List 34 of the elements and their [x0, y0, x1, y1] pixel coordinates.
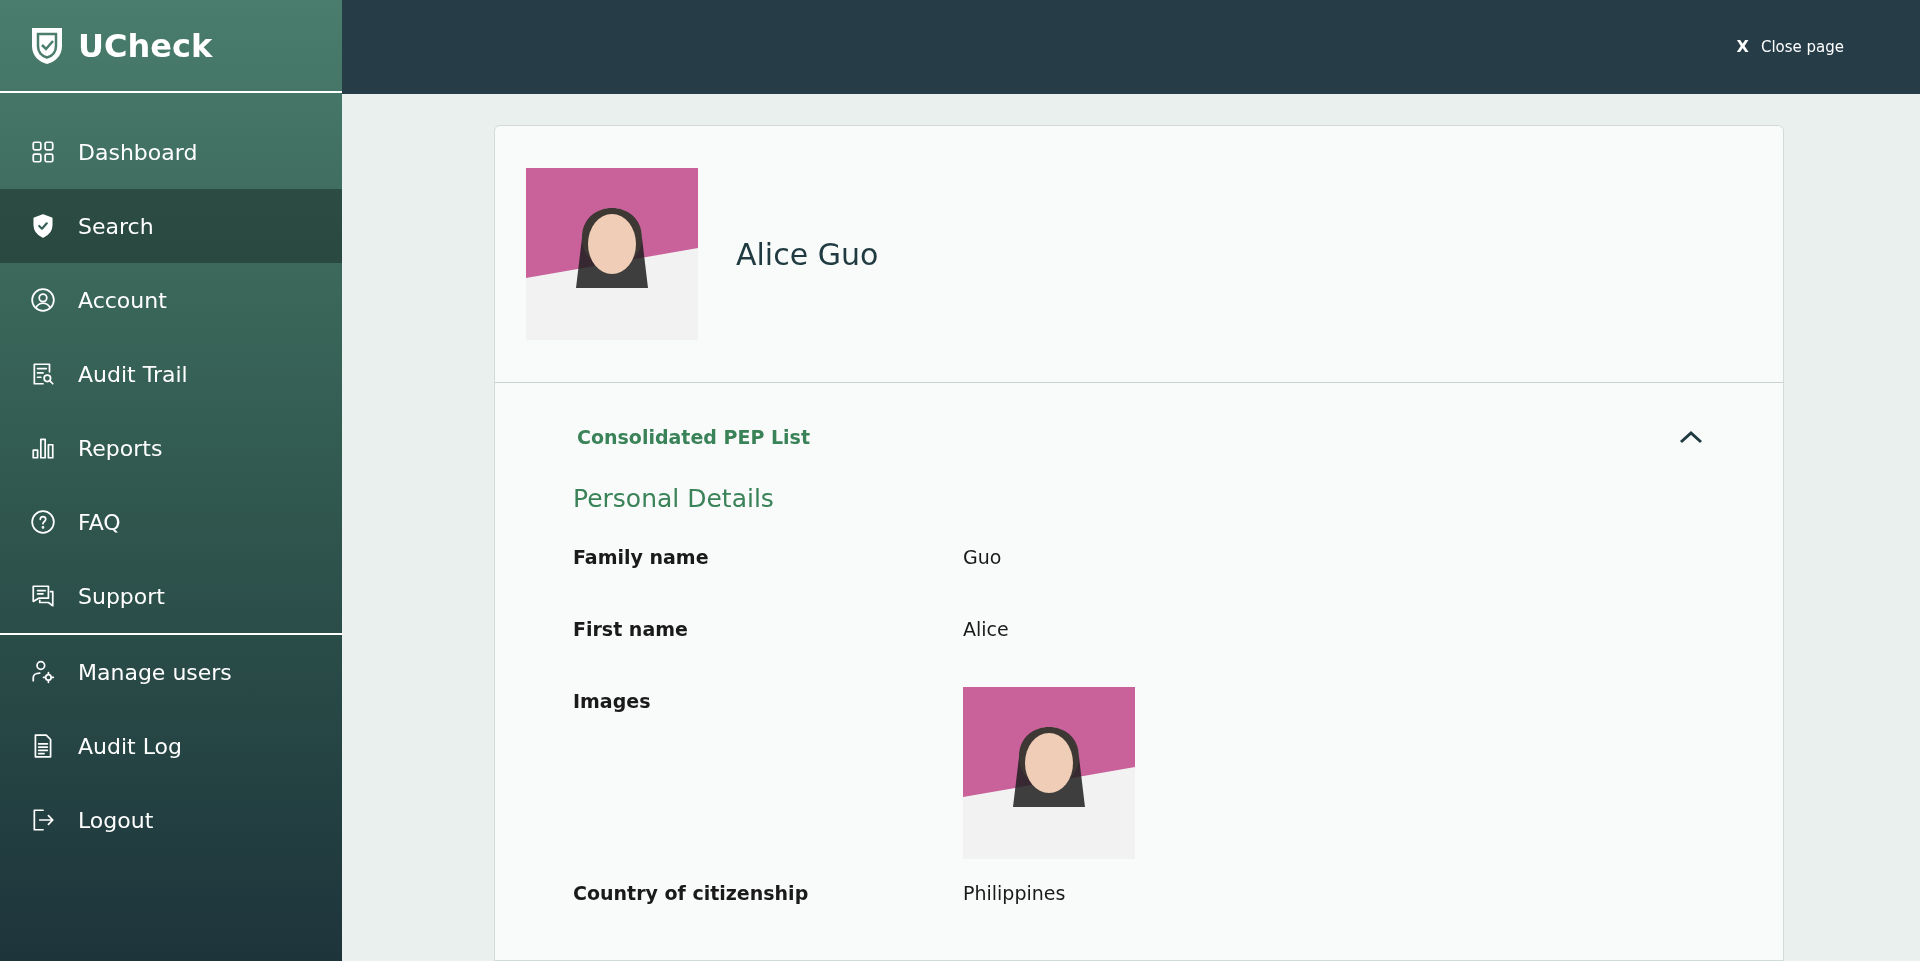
accordion-header[interactable]: Consolidated PEP List — [573, 383, 1703, 480]
field-value: Guo — [963, 545, 1002, 570]
sidebar-item[interactable]: Dashboard — [0, 115, 342, 189]
chat-icon — [30, 583, 56, 609]
field-label: Country of citizenship — [573, 881, 810, 906]
user-icon — [30, 287, 56, 313]
close-page-button[interactable]: X Close page — [1736, 35, 1844, 59]
sidebar-item[interactable]: Audit Log — [0, 709, 342, 783]
shield-check-icon — [30, 213, 56, 239]
shield-check-icon — [30, 25, 64, 66]
sidebar-item[interactable]: FAQ — [0, 485, 342, 559]
bar-chart-icon — [30, 435, 56, 461]
sidebar-item[interactable]: Logout — [0, 783, 342, 857]
brand-name: UCheck — [78, 25, 213, 67]
user-gear-icon — [30, 659, 56, 685]
grid-icon — [30, 139, 56, 165]
profile-name: Alice Guo — [736, 235, 879, 274]
field-label: Images — [573, 689, 652, 714]
logout-icon — [30, 807, 56, 833]
field-value: Alice — [963, 617, 1009, 642]
field-value: Philippines — [963, 881, 1066, 906]
field-label: Family name — [573, 545, 710, 570]
sidebar-item[interactable]: Manage users — [0, 635, 342, 709]
sidebar-item[interactable]: Search — [0, 189, 342, 263]
chevron-up-icon — [1679, 430, 1703, 445]
help-icon — [30, 509, 56, 535]
document-search-icon — [30, 361, 56, 387]
sidebar-item[interactable]: Account — [0, 263, 342, 337]
sidebar-item[interactable]: Audit Trail — [0, 337, 342, 411]
sidebar-item[interactable]: Reports — [0, 411, 342, 485]
close-icon: X — [1736, 35, 1749, 59]
field-label: First name — [573, 617, 689, 642]
sidebar-item[interactable]: Support — [0, 559, 342, 633]
section-heading: Personal Details — [573, 482, 775, 515]
